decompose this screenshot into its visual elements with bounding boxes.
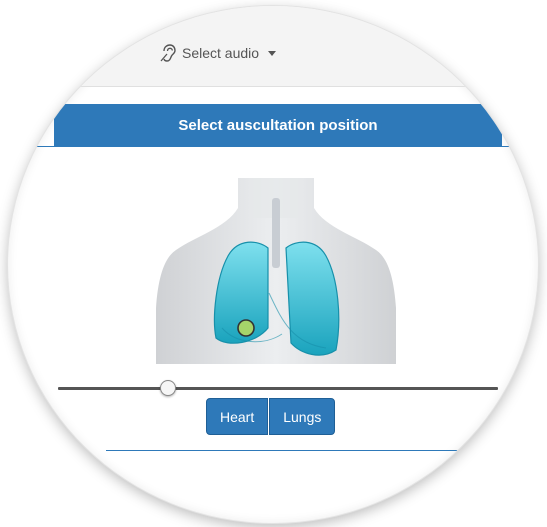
position-banner: Select auscultation position xyxy=(54,104,502,146)
slider-thumb[interactable] xyxy=(160,380,176,396)
bottom-divider xyxy=(106,450,506,451)
position-slider[interactable] xyxy=(58,387,498,390)
caret-down-icon xyxy=(268,50,277,56)
torso-diagram xyxy=(156,178,396,364)
lungs-button[interactable]: Lungs xyxy=(269,398,336,435)
top-toolbar: Select audio xyxy=(8,6,538,87)
hearing-icon xyxy=(160,44,176,62)
select-audio-label: Select audio xyxy=(182,45,260,61)
banner-title: Select auscultation position xyxy=(178,116,378,134)
mode-button-group: Heart Lungs xyxy=(206,398,336,435)
heart-button[interactable]: Heart xyxy=(206,398,269,435)
magnifier-lens: Select audio Select auscultation positio… xyxy=(8,6,538,523)
select-audio-dropdown[interactable]: Select audio xyxy=(160,42,277,64)
banner-divider xyxy=(32,146,532,147)
